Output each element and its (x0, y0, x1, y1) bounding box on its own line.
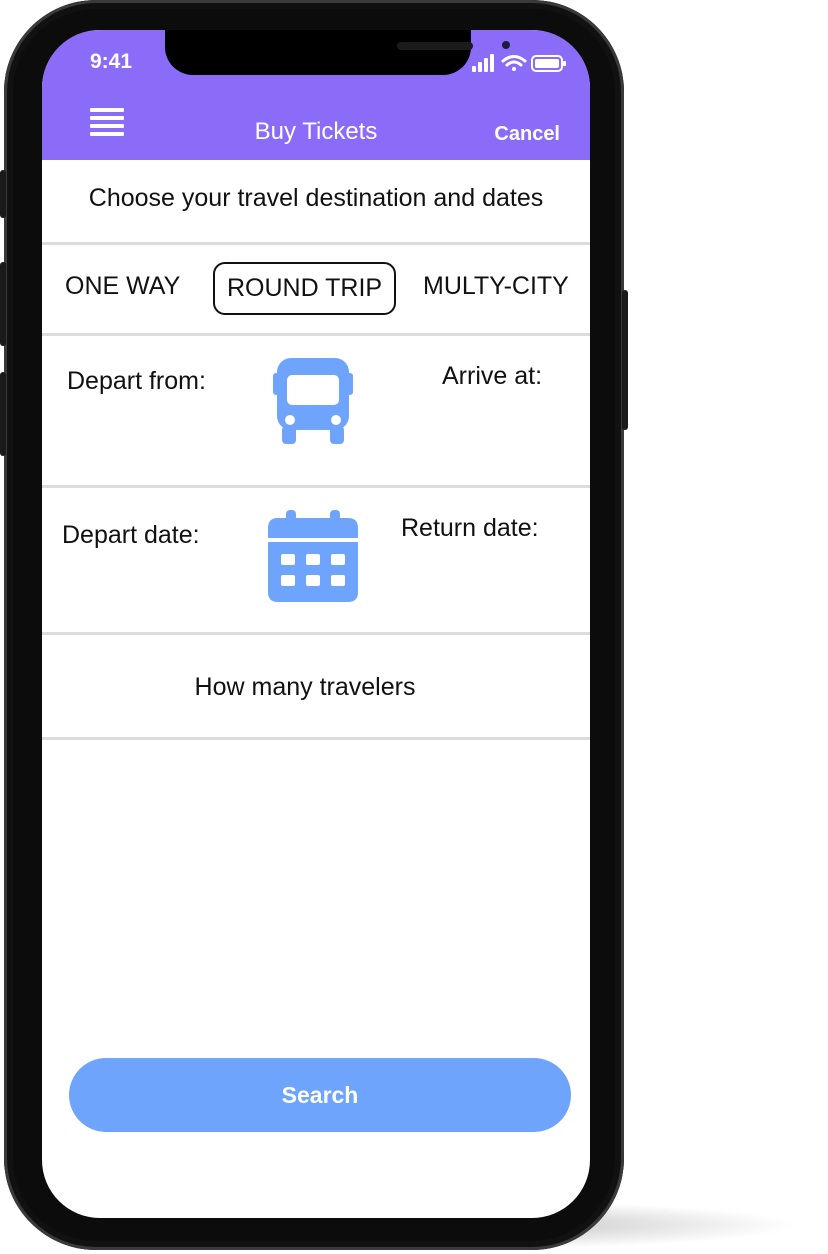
divider (42, 632, 590, 635)
device-notch (165, 30, 510, 75)
bus-icon (273, 358, 353, 444)
arrive-at-field[interactable]: Arrive at: (442, 362, 542, 391)
divider (42, 242, 590, 245)
trip-option-multi-city[interactable]: MULTY-CITY (423, 272, 569, 301)
front-camera (502, 41, 510, 49)
calendar-icon (268, 510, 358, 602)
divider (42, 485, 590, 488)
mute-switch (0, 170, 6, 218)
divider (42, 737, 590, 740)
volume-down-button (0, 372, 6, 456)
earpiece-speaker (397, 42, 473, 50)
trip-option-one-way[interactable]: ONE WAY (65, 272, 180, 301)
travelers-field[interactable]: How many travelers (42, 673, 568, 702)
depart-from-field[interactable]: Depart from: (67, 367, 206, 396)
status-icons (472, 54, 566, 72)
status-time: 9:41 (90, 50, 133, 73)
phone-frame: 9:41 Buy Tickets Cancel Choose your trav… (0, 0, 628, 1250)
power-button (622, 290, 628, 430)
return-date-field[interactable]: Return date: (401, 514, 539, 543)
battery-icon (531, 55, 566, 72)
app-screen: 9:41 Buy Tickets Cancel Choose your trav… (42, 30, 590, 1218)
cancel-button[interactable]: Cancel (494, 123, 560, 146)
trip-option-round-trip[interactable]: ROUND TRIP (213, 262, 397, 315)
volume-up-button (0, 262, 6, 346)
wifi-icon (501, 55, 527, 71)
divider (42, 333, 590, 336)
instructions-text: Choose your travel destination and dates (88, 184, 544, 212)
search-button[interactable]: Search (69, 1058, 571, 1132)
signal-icon (472, 54, 494, 72)
depart-date-field[interactable]: Depart date: (62, 521, 200, 550)
